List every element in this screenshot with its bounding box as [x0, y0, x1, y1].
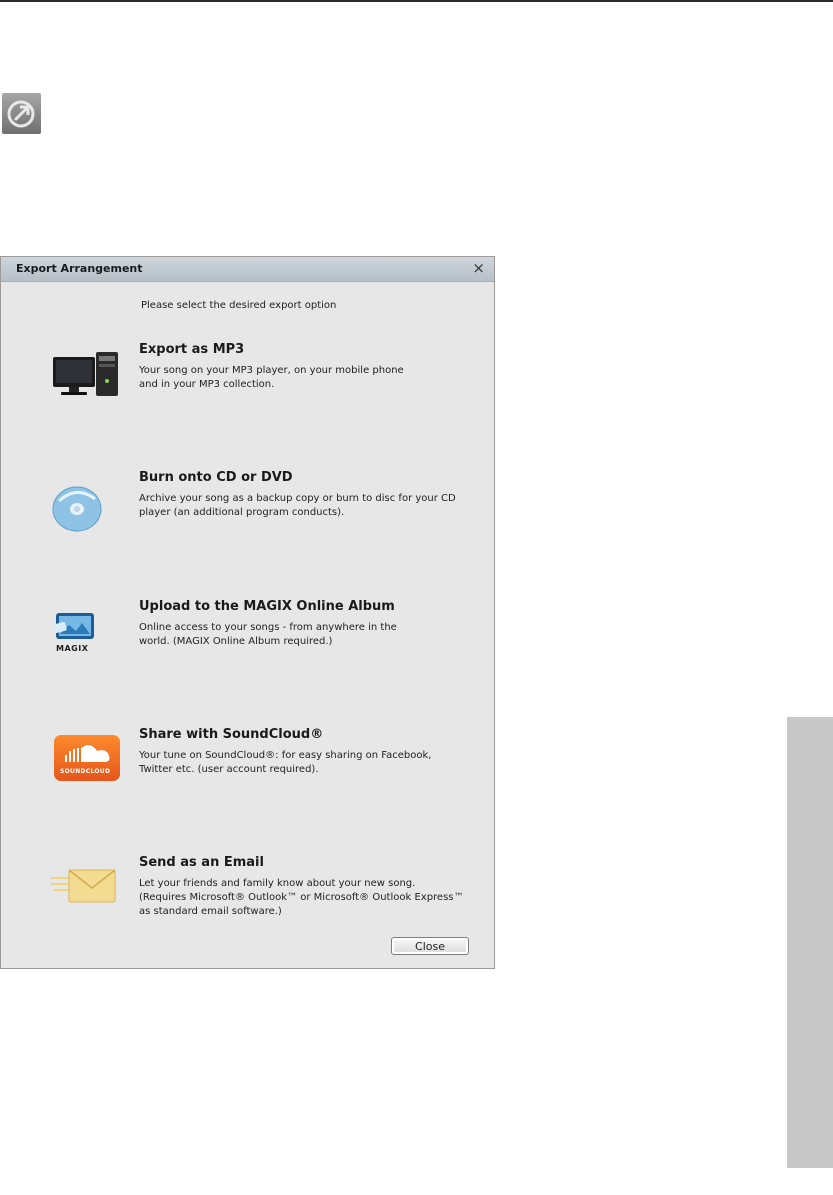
export-arrow-icon [7, 100, 35, 128]
dialog-title: Export Arrangement [16, 262, 143, 275]
option-send-email[interactable]: Send as an Email Let your friends and fa… [1, 855, 494, 935]
export-arrow-button[interactable] [2, 93, 41, 134]
email-icon [49, 860, 123, 920]
option-export-mp3[interactable]: Export as MP3 Your song on your MP3 play… [1, 342, 494, 422]
option-burn-cd-dvd[interactable]: Burn onto CD or DVD Archive your song as… [1, 470, 494, 550]
option-title: Export as MP3 [139, 342, 245, 357]
export-arrangement-dialog: Export Arrangement × Please select the d… [0, 256, 495, 969]
soundcloud-icon: SOUNDCLOUD [51, 732, 123, 792]
option-description: Your song on your MP3 player, on your mo… [139, 365, 404, 390]
side-tab [787, 717, 833, 1168]
close-button[interactable]: Close [391, 937, 469, 955]
option-upload-magix-album[interactable]: MAGIX Upload to the MAGIX Online Album O… [1, 599, 494, 679]
option-description: Let your friends and family know about y… [139, 878, 464, 917]
option-title: Share with SoundCloud® [139, 727, 324, 742]
soundcloud-logo-text: SOUNDCLOUD [60, 768, 111, 775]
option-title: Send as an Email [139, 855, 264, 870]
computer-icon [51, 347, 123, 407]
top-rule [0, 0, 833, 2]
option-description: Archive your song as a backup copy or bu… [139, 493, 456, 518]
close-icon[interactable]: × [472, 260, 485, 276]
option-share-soundcloud[interactable]: SOUNDCLOUD Share with SoundCloud® Your t… [1, 727, 494, 807]
magix-album-icon: MAGIX [51, 601, 123, 661]
dialog-prompt: Please select the desired export option [141, 300, 337, 311]
option-description: Online access to your songs - from anywh… [139, 622, 397, 647]
option-description: Your tune on SoundCloud®: for easy shari… [139, 750, 432, 775]
option-title: Burn onto CD or DVD [139, 470, 293, 485]
dialog-titlebar: Export Arrangement × [1, 257, 494, 282]
option-title: Upload to the MAGIX Online Album [139, 599, 395, 614]
magix-logo-text: MAGIX [56, 644, 89, 653]
disc-icon [51, 475, 123, 535]
